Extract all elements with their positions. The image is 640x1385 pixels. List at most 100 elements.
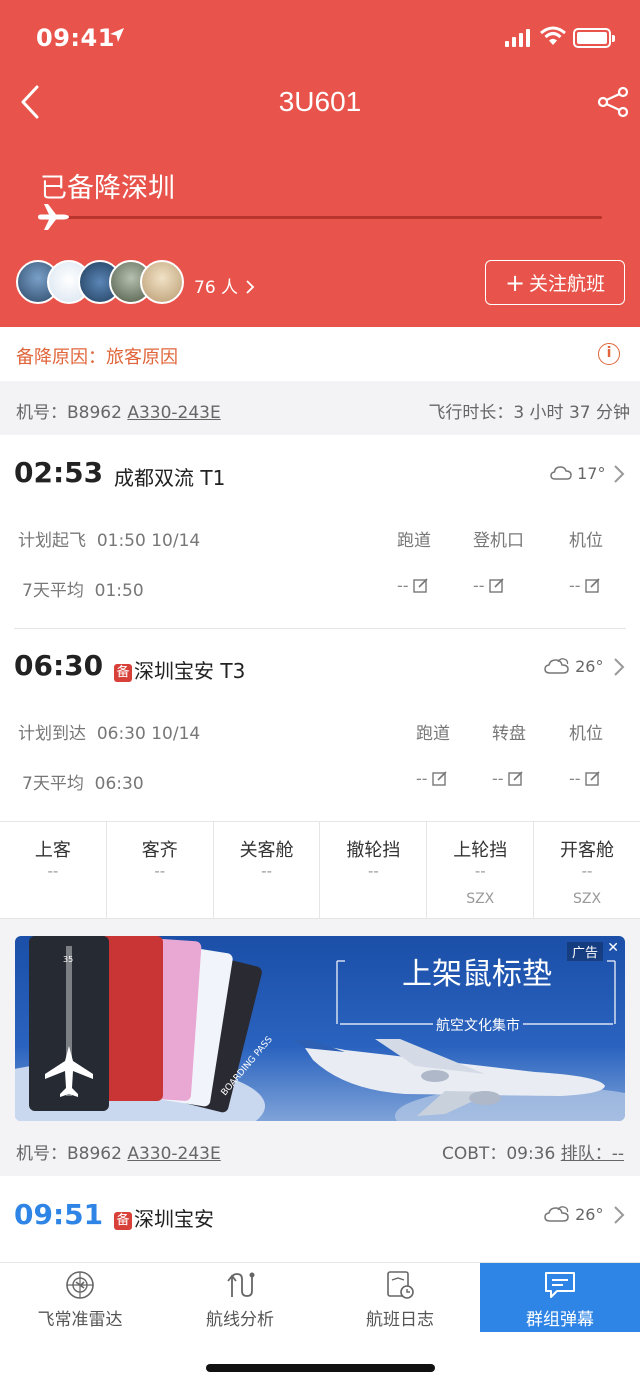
- aircraft-model-link[interactable]: A330-243E: [127, 1144, 220, 1164]
- milestone-chocks-on: 上轮挡 -- SZX: [427, 822, 535, 918]
- registration-label: 机号：B8962: [16, 1144, 128, 1164]
- arrival-temp: 26°: [575, 657, 604, 676]
- arr-stand-header: 机位: [569, 724, 603, 744]
- divert-tag: 备: [114, 1212, 132, 1230]
- tab-radar[interactable]: 飞常准雷达: [0, 1263, 160, 1332]
- dep-runway-header: 跑道: [397, 531, 431, 551]
- arr-carousel-value[interactable]: --: [492, 769, 524, 788]
- dep-runway-value[interactable]: --: [397, 576, 429, 595]
- tab-label: 群组弹幕: [526, 1310, 594, 1330]
- chevron-right-icon[interactable]: [612, 464, 626, 484]
- edit-icon: [584, 771, 600, 786]
- bottom-tab-bar: 飞常准雷达 航线分析 航班日志 群组弹幕: [0, 1262, 640, 1332]
- arrival-weather: 26°: [544, 657, 603, 676]
- status-time: 09:41: [36, 24, 115, 52]
- milestone-chocks-off: 撤轮挡 --: [320, 822, 428, 918]
- departure-7day-average: 7天平均 01:50: [22, 576, 144, 601]
- flight-progress-bar: [36, 198, 606, 238]
- follow-flight-button[interactable]: + 关注航班: [485, 260, 625, 305]
- chevron-right-icon[interactable]: [612, 657, 626, 677]
- edit-icon: [412, 578, 428, 593]
- chat-icon: [545, 1272, 575, 1298]
- route-icon: [227, 1272, 255, 1297]
- arrival-time: 06:30: [14, 649, 104, 682]
- next-leg-weather: 26°: [544, 1205, 603, 1224]
- avg-label: 7天平均: [22, 581, 84, 601]
- edit-icon: [507, 771, 523, 786]
- arrival-airport[interactable]: 备深圳宝安 T3: [114, 655, 245, 684]
- follower-avatars[interactable]: [16, 260, 216, 306]
- divider: [14, 628, 626, 629]
- cloudy-icon: [544, 658, 569, 674]
- tab-group-chat[interactable]: 群组弹幕: [480, 1263, 640, 1332]
- planned-departure-value: 01:50 10/14: [96, 531, 201, 551]
- departure-temp: 17°: [577, 464, 606, 483]
- chevron-right-icon[interactable]: [612, 1205, 626, 1225]
- next-leg-airport[interactable]: 备深圳宝安: [114, 1203, 214, 1232]
- tab-label: 飞常准雷达: [37, 1310, 123, 1330]
- milestone-door-open: 开客舱 -- SZX: [560, 840, 615, 907]
- ad-close-button[interactable]: ✕: [607, 940, 619, 956]
- ad-tag: 广告: [566, 942, 603, 961]
- aircraft-model-link[interactable]: A330-243E: [127, 403, 220, 423]
- wifi-icon: [540, 26, 566, 45]
- arrival-7day-average: 7天平均 06:30: [22, 769, 144, 794]
- aircraft-registration: 机号：B8962 A330-243E: [16, 398, 221, 423]
- ad-banner[interactable]: 35 BOARDING PASS 上架鼠标垫 航空文化集市 广告 ✕: [15, 936, 625, 1121]
- arr-runway-value[interactable]: --: [416, 769, 448, 788]
- milestone-boarding-complete: 客齐 --: [107, 822, 214, 918]
- log-icon: [387, 1271, 414, 1299]
- departure-time: 02:53: [14, 456, 104, 489]
- planned-arrival-value: 06:30 10/14: [96, 724, 201, 744]
- milestone-boarding: 上客 --: [0, 822, 107, 918]
- cloud-icon: [550, 466, 572, 480]
- aircraft-registration: 机号：B8962 A330-243E: [16, 1139, 221, 1164]
- home-indicator[interactable]: [206, 1364, 435, 1372]
- edit-icon: [584, 578, 600, 593]
- share-icon[interactable]: [596, 86, 630, 118]
- flight-number-title: 3U601: [278, 86, 362, 117]
- avg-value: 06:30: [94, 774, 144, 794]
- arr-runway-header: 跑道: [416, 724, 450, 744]
- avatar: [140, 260, 184, 304]
- dep-gate-header: 登机口: [473, 531, 524, 551]
- next-leg-temp: 26°: [575, 1205, 604, 1224]
- dep-gate-value[interactable]: --: [473, 576, 505, 595]
- progress-track: [66, 216, 602, 219]
- queue-link[interactable]: 排队：--: [561, 1144, 624, 1164]
- arr-carousel-header: 转盘: [492, 724, 526, 744]
- plane-icon: [38, 204, 69, 230]
- cellular-signal-icon: [505, 29, 531, 47]
- planned-arrival: 计划到达 06:30 10/14: [18, 719, 200, 744]
- aircraft-info-row: 机号：B8962 A330-243E 飞行时长：3 小时 37 分钟: [0, 381, 640, 435]
- departure-weather: 17°: [550, 464, 605, 483]
- planned-arrival-label: 计划到达: [18, 724, 86, 744]
- divert-tag: 备: [114, 664, 132, 682]
- tab-label: 航线分析: [206, 1310, 274, 1330]
- arr-stand-value[interactable]: --: [569, 769, 601, 788]
- cobt-value: COBT：09:36: [442, 1144, 561, 1164]
- runway-number: 35: [63, 955, 73, 964]
- info-icon[interactable]: i: [598, 343, 620, 365]
- dep-stand-header: 机位: [569, 531, 603, 551]
- tab-flight-log[interactable]: 航班日志: [320, 1263, 480, 1332]
- departure-airport[interactable]: 成都双流 T1: [114, 462, 225, 491]
- avg-label: 7天平均: [22, 774, 84, 794]
- chevron-right-icon: [246, 280, 255, 294]
- tab-label: 航班日志: [366, 1310, 434, 1330]
- next-leg-time: 09:51: [14, 1198, 104, 1231]
- follow-flight-label: 关注航班: [529, 273, 606, 295]
- flight-header: 09:41 3U601 已备降深圳 76 人 + 关注航班: [0, 0, 640, 327]
- follower-count: 76 人: [194, 278, 239, 298]
- follower-count-link[interactable]: 76 人: [194, 273, 255, 298]
- flight-duration: 飞行时长：3 小时 37 分钟: [428, 403, 630, 423]
- planned-departure-label: 计划起飞: [18, 531, 86, 551]
- divert-reason: 备降原因：旅客原因: [16, 347, 178, 368]
- next-leg-airport-name: 深圳宝安: [134, 1207, 214, 1231]
- location-arrow-icon: [110, 28, 124, 42]
- milestone-door-close: 关客舱 --: [214, 822, 321, 918]
- dep-stand-value[interactable]: --: [569, 576, 601, 595]
- radar-icon: [66, 1271, 94, 1299]
- plus-icon: +: [504, 268, 526, 297]
- tab-route-analysis[interactable]: 航线分析: [160, 1263, 320, 1332]
